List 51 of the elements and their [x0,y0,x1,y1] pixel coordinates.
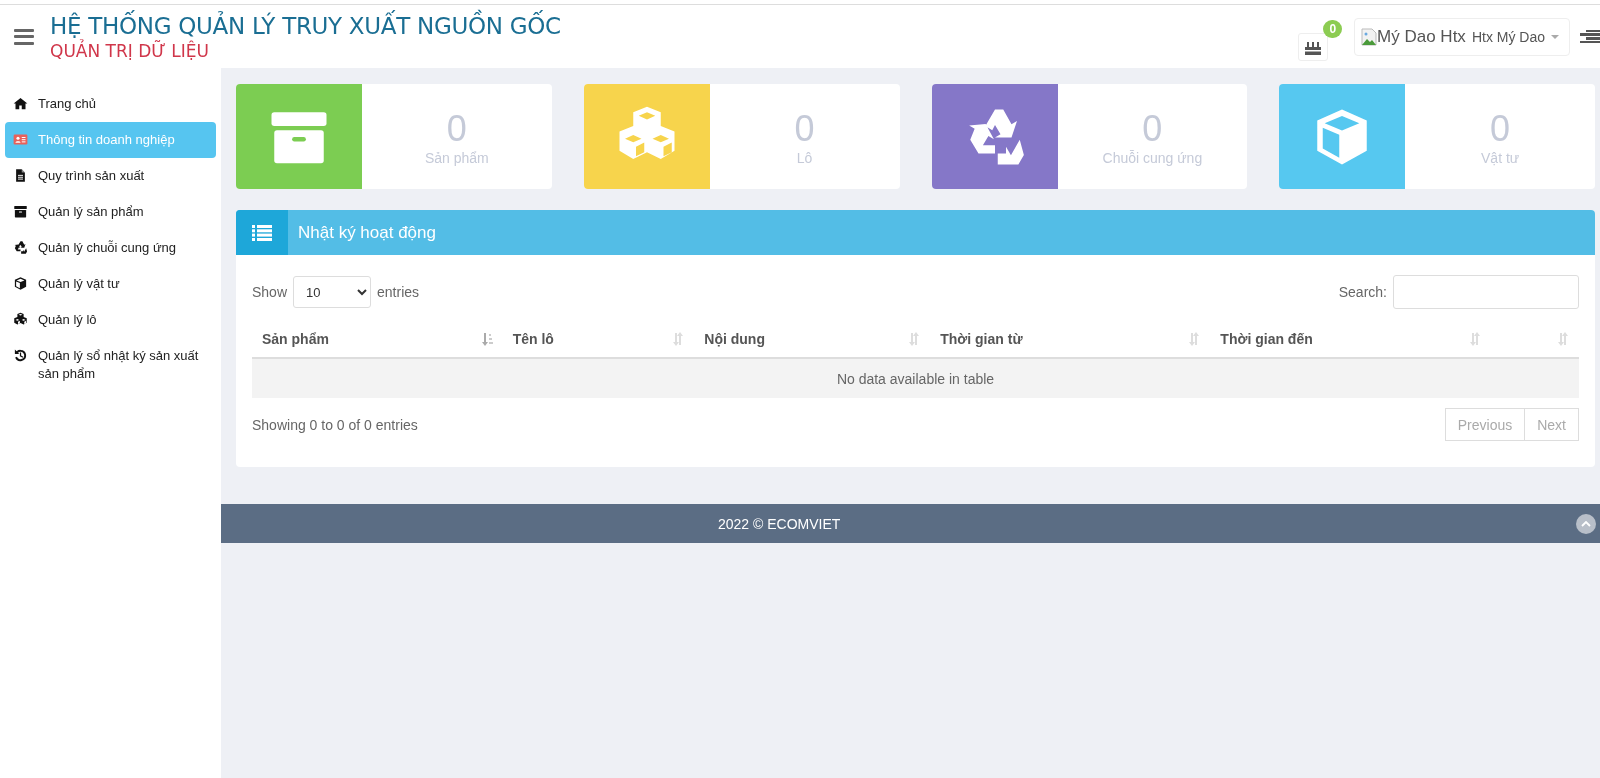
recycle-icon [13,240,28,255]
history-icon [13,348,28,363]
scroll-up-button[interactable] [1576,514,1596,534]
stat-value: 0 [1142,107,1163,150]
menu-icon[interactable] [14,28,34,45]
sort-icon[interactable] [1468,332,1481,346]
sidebar-item[interactable]: Quản lý lô [5,302,216,338]
stat-value: 0 [794,107,815,150]
stat-label: Sản phẩm [424,149,489,166]
broken-image-icon [1361,27,1378,46]
menu-icon[interactable] [1580,29,1600,44]
search-label: Search: [1338,284,1387,300]
sidebar-item[interactable]: Quy trình sản xuất [5,158,216,194]
table-info: Showing 0 to 0 of 0 entries [252,416,418,433]
archive-icon [13,204,28,219]
search-field[interactable] [1393,275,1579,309]
sort-icon[interactable] [672,332,685,346]
notification-button[interactable] [1298,32,1329,61]
page-length-select[interactable]: 10 [293,276,372,308]
sort-ascending-icon[interactable] [480,332,493,346]
user-menu[interactable]: Mý Dao Htx Htx Mý Dao [1354,17,1570,56]
stat-label: Lô [796,149,813,166]
sidebar-item[interactable]: Quản lý vật tư [5,266,216,302]
caret-icon [1551,34,1559,39]
entries-label: entries [377,284,420,300]
cube-icon [13,276,28,291]
notification-count: 0 [1323,19,1343,38]
sidebar-item[interactable]: Quản lý chuỗi cung ứng [5,230,216,266]
panel-title: Nhật ký hoạt động [298,222,436,243]
stat-value: 0 [446,107,467,150]
sidebar-item[interactable]: Trang chủ [5,86,216,122]
chevron-up-icon [1581,521,1591,527]
footer-text: 2022 © ECOMVIET [718,515,841,532]
sidebar-item[interactable]: Quản lý sản phẩm [5,194,216,230]
stat-value: 0 [1490,107,1511,150]
list-icon [252,224,272,241]
sidebar-item[interactable]: Quản lý sổ nhật ký sản xuất sản phẩm [5,338,216,392]
stat-label: Vật tư [1481,149,1520,166]
idcard-icon [13,132,28,147]
home-icon [13,96,28,111]
sort-icon[interactable] [1557,332,1569,346]
cubes-icon [13,312,28,327]
image-alt-text: Mý Dao Htx [1377,26,1466,47]
empty-table-message: No data available in table [252,358,1579,398]
sort-icon[interactable] [1188,332,1201,346]
sort-icon[interactable] [908,332,921,346]
stat-label: Chuỗi cung ứng [1102,149,1203,166]
user-name: Htx Mý Dao [1471,28,1545,45]
show-label: Show [252,284,288,300]
file-icon [13,168,28,183]
app-subtitle: QUẢN TRỊ DỮ LIỆU [50,40,210,61]
